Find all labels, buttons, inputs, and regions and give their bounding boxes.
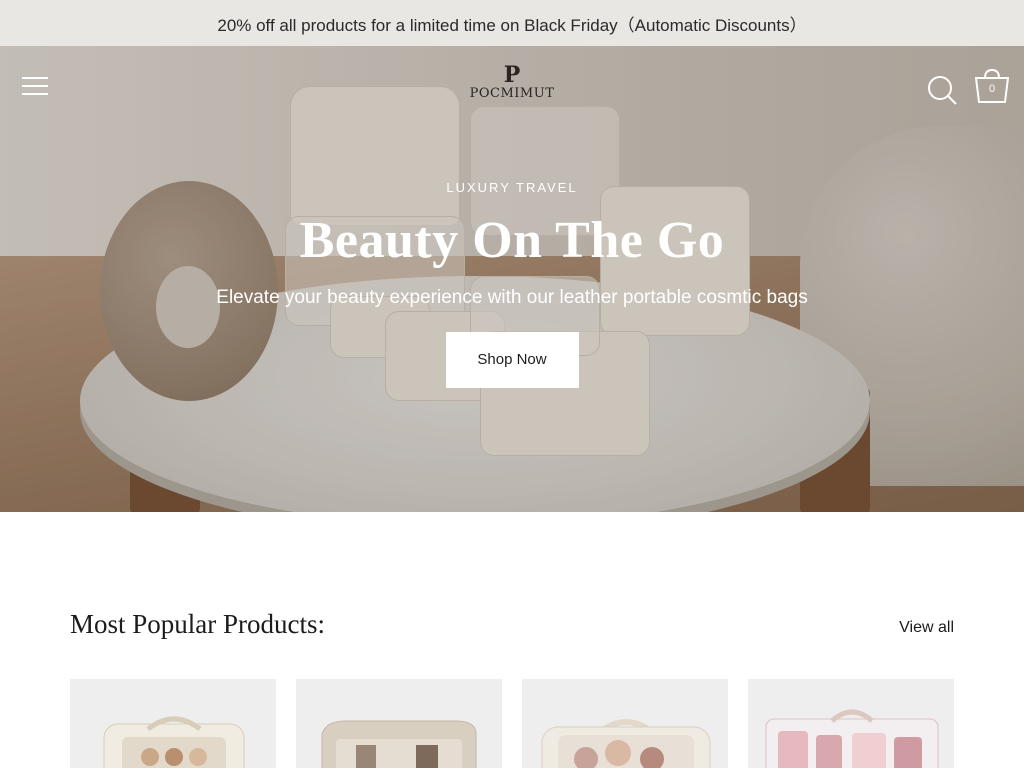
logo-text: POCMIMUT <box>469 86 555 101</box>
hero-content: LUXURY TRAVEL Beauty On The Go Elevate y… <box>0 180 1024 388</box>
product-image <box>103 716 245 768</box>
hamburger-menu-icon[interactable] <box>22 77 48 97</box>
product-image <box>541 719 711 768</box>
product-image <box>321 720 477 768</box>
view-all-link[interactable]: View all <box>880 616 954 640</box>
product-card[interactable] <box>296 679 502 768</box>
cart-icon[interactable]: 0 <box>972 68 1012 106</box>
hero-title: Beauty On The Go <box>299 212 725 269</box>
site-logo[interactable]: P POCMIMUT <box>462 64 562 114</box>
hero-subtitle: Elevate your beauty experience with our … <box>216 287 808 308</box>
product-image <box>765 709 939 768</box>
announcement-text: 20% off all products for a limited time … <box>217 15 807 35</box>
search-icon[interactable] <box>926 74 958 106</box>
section-title: Most Popular Products: <box>70 609 326 639</box>
logo-mark: P <box>503 62 521 88</box>
product-card[interactable] <box>522 679 728 768</box>
product-card[interactable] <box>748 679 954 768</box>
shop-now-button[interactable]: Shop Now <box>445 332 579 388</box>
cart-count: 0 <box>988 83 996 95</box>
announcement-bar: 20% off all products for a limited time … <box>0 0 1024 46</box>
site-header: P POCMIMUT 0 <box>0 46 1024 132</box>
hero-eyebrow: LUXURY TRAVEL <box>446 180 578 195</box>
product-card[interactable] <box>70 679 276 768</box>
